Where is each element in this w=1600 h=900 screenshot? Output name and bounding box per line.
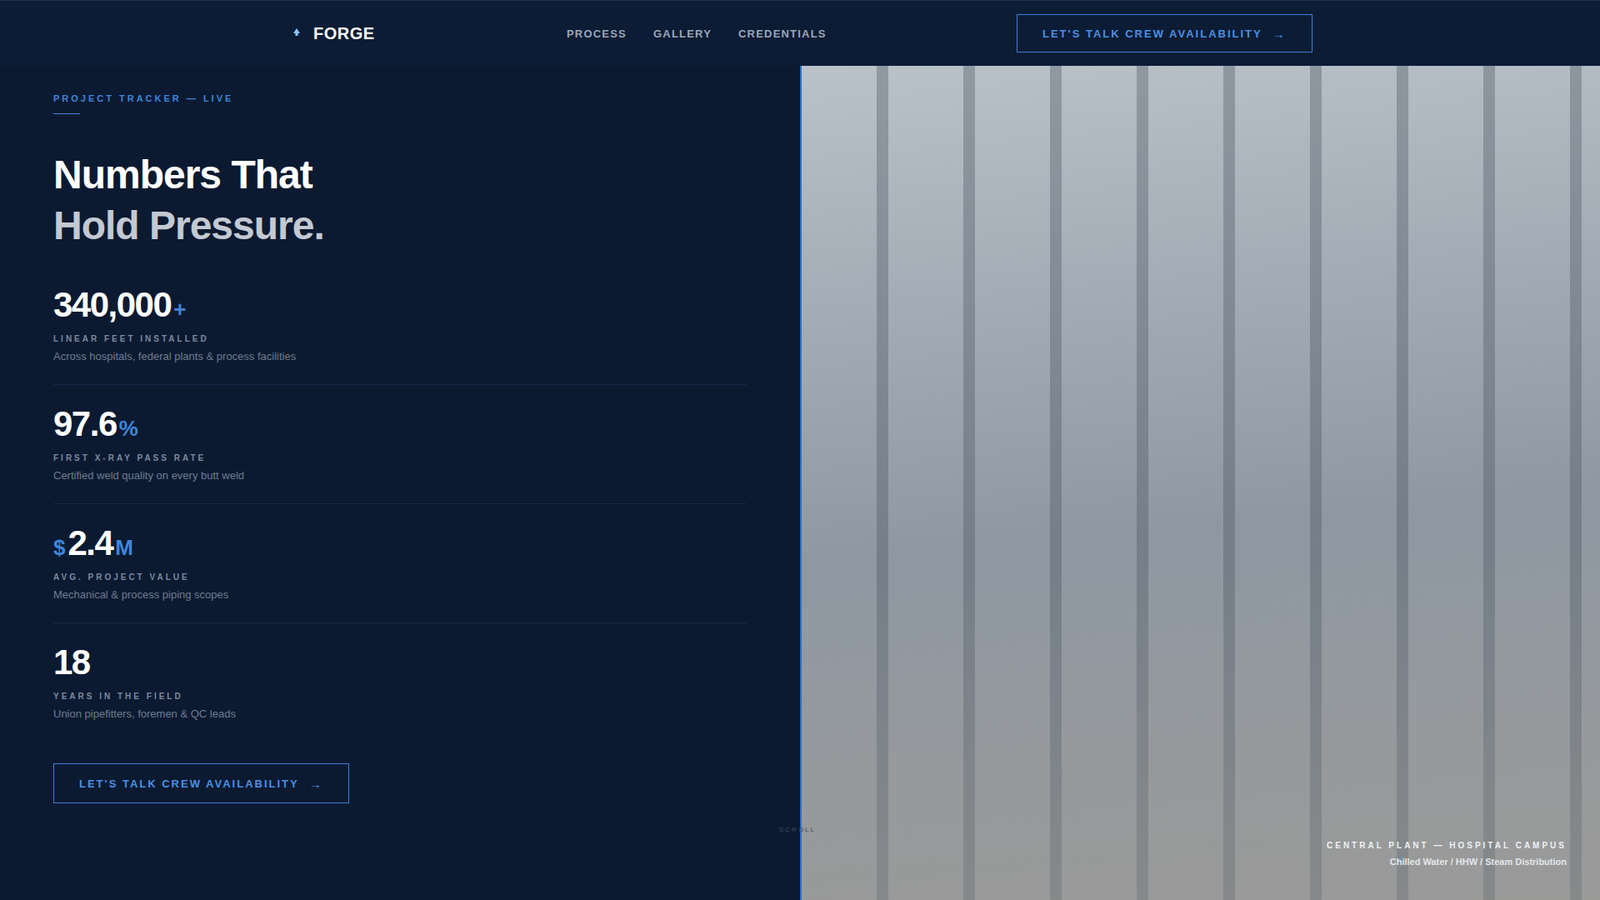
main-nav: PROCESS GALLERY CREDENTIALS [566, 27, 1017, 40]
stat-row: 97.6% FIRST X-RAY PASS RATE Certified weld… [53, 385, 747, 505]
header-cta-button[interactable]: LET'S TALK CREW AVAILABILITY → [1016, 14, 1313, 53]
stat-number: 18 [53, 643, 90, 682]
stat-number: 340,000 [53, 285, 171, 325]
stats-list: 340,000+ LINEAR FEET INSTALLED Across hosp… [53, 285, 747, 742]
stat-label: FIRST X-RAY PASS RATE [53, 453, 747, 463]
flame-icon [291, 27, 302, 40]
stat-suffix: M [115, 535, 134, 561]
site-header: FORGE PROCESS GALLERY CREDENTIALS LET'S TALK… [0, 0, 1600, 66]
stat-number: 2.4 [67, 524, 113, 563]
stats-panel: PROJECT TRACKER — LIVE Numbers ThatHold P… [0, 65, 800, 900]
eyebrow-underline [53, 113, 80, 115]
heading: Numbers ThatHold Pressure. [53, 149, 747, 251]
caption-subtitle: Chilled Water / HHW / Steam Distribution [1326, 856, 1567, 867]
stat-suffix: + [173, 296, 186, 323]
photo [801, 65, 1600, 900]
stat-value: $2.4M [53, 524, 747, 563]
stat-prefix: $ [53, 535, 65, 561]
stat-row: $2.4M AVG. PROJECT VALUE Mechanical & proc… [53, 504, 747, 624]
logo-text: FORGE [313, 24, 375, 44]
nav-link[interactable]: GALLERY [653, 27, 712, 40]
heading-line: Numbers That [53, 149, 747, 200]
stat-label: YEARS IN THE FIELD [53, 691, 747, 701]
stat-label: AVG. PROJECT VALUE [53, 572, 747, 582]
stat-description: Certified weld quality on every butt wel… [53, 469, 747, 482]
stat-number: 97.6 [53, 405, 117, 444]
scroll-hint: SCROLL [779, 825, 816, 834]
stat-description: Mechanical & process piping scopes [53, 588, 747, 601]
stat-description: Union pipefitters, foremen & QC leads [53, 707, 747, 720]
stat-row: 18 YEARS IN THE FIELD Union pipefitters, f… [53, 623, 747, 742]
heading-line: Hold Pressure. [53, 200, 747, 251]
stat-value: 97.6% [53, 405, 747, 444]
eyebrow: PROJECT TRACKER — LIVE [53, 93, 747, 104]
cta-button[interactable]: LET'S TALK CREW AVAILABILITY → [53, 763, 350, 804]
caption-title: CENTRAL PLANT — HOSPITAL CAMPUS [1326, 840, 1567, 850]
button-label: LET'S TALK CREW AVAILABILITY [1042, 27, 1263, 40]
photo-caption: CENTRAL PLANT — HOSPITAL CAMPUS Chilled W… [1326, 840, 1567, 867]
main: PROJECT TRACKER — LIVE Numbers ThatHold P… [0, 65, 1600, 900]
photo-panel: CENTRAL PLANT — HOSPITAL CAMPUS Chilled W… [800, 65, 1600, 900]
arrow-icon: → [1272, 26, 1287, 41]
stat-value: 18 [53, 643, 747, 682]
stat-label: LINEAR FEET INSTALLED [53, 334, 747, 344]
nav-link[interactable]: CREDENTIALS [738, 27, 827, 40]
stat-suffix: % [119, 415, 139, 442]
arrow-icon: → [309, 776, 324, 791]
button-label: LET'S TALK CREW AVAILABILITY [79, 777, 300, 790]
page: FORGE PROCESS GALLERY CREDENTIALS LET'S TALK… [0, 0, 1600, 900]
stat-description: Across hospitals, federal plants & proce… [53, 350, 747, 363]
nav-link[interactable]: PROCESS [566, 27, 627, 40]
stat-row: 340,000+ LINEAR FEET INSTALLED Across hosp… [53, 285, 747, 385]
logo[interactable]: FORGE [291, 24, 567, 44]
stat-value: 340,000+ [53, 285, 747, 325]
